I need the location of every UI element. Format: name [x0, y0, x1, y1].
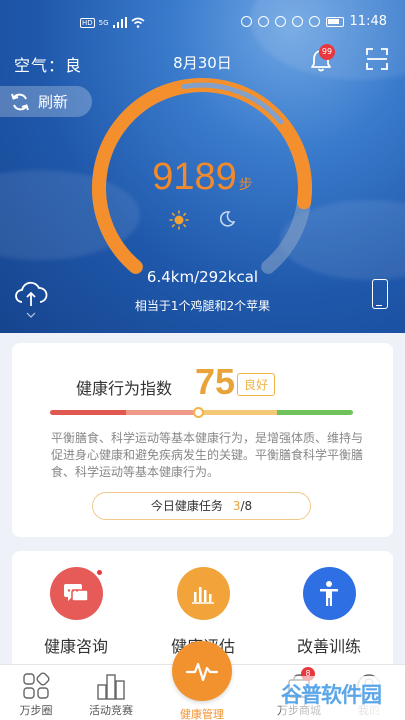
moon-icon[interactable] — [218, 210, 236, 228]
hero-panel: HD 5G 11:48 空气：良 8月30日 99 刷新 9189 步 6.4k… — [0, 0, 405, 333]
nav-item-health-management[interactable] — [172, 641, 232, 701]
watermark-text: 谷普软件园 — [281, 683, 382, 707]
step-count: 9189 步 — [0, 156, 405, 199]
health-description: 平衡膳食、科学运动等基本健康行为，是增强体质、维持与促进身心健康和避免疾病发生的… — [51, 431, 364, 479]
person-icon — [320, 580, 338, 606]
bar-chart-icon — [192, 586, 214, 604]
feature-label: 改善训练 — [296, 637, 361, 656]
nav-item-wanbuquan[interactable]: 万步圈 — [0, 669, 72, 718]
sun-icon[interactable] — [169, 210, 189, 230]
nav-label-active: 健康管理 — [180, 708, 224, 720]
nav-label: 活动竞赛 — [89, 704, 133, 717]
heartbeat-icon — [185, 662, 219, 682]
step-unit: 步 — [238, 177, 253, 193]
chat-icon — [64, 583, 89, 602]
health-index-marker — [192, 407, 204, 418]
task-label: 今日健康任务 — [150, 499, 223, 513]
watermark: 谷普软件园 — [281, 676, 405, 716]
improvement-training-button[interactable]: 改善训练 — [274, 567, 384, 657]
community-icon — [23, 671, 50, 699]
daily-task-button[interactable]: 今日健康任务 3/8 — [92, 492, 311, 520]
distance-calories: 6.4km/292kcal — [146, 268, 259, 286]
phone-icon[interactable] — [372, 279, 388, 309]
podium-icon — [97, 673, 125, 700]
index-bar-segment — [125, 410, 202, 415]
health-index-label: 健康行为指数 — [76, 379, 173, 398]
health-index-card: 健康行为指数 75 良好 平衡膳食、科学运动等基本健康行为，是增强体质、维持与促… — [12, 343, 393, 537]
feature-label: 健康咨询 — [43, 637, 108, 656]
nav-item-activities[interactable]: 活动竞赛 — [75, 669, 147, 718]
food-equivalent: 相当于1个鸡腿和2个苹果 — [134, 299, 271, 313]
assessment-icon-circle — [176, 567, 230, 620]
nav-label: 万步圈 — [19, 704, 53, 717]
index-bar-segment — [50, 410, 126, 415]
training-icon-circle — [302, 567, 356, 620]
step-value: 9189 — [152, 156, 237, 198]
index-bar-segment — [201, 410, 278, 415]
task-total-count: /8 — [240, 499, 253, 513]
health-rating-badge: 良好 — [237, 373, 276, 396]
health-consult-button[interactable]: 健康咨询 — [21, 567, 131, 657]
cloud-upload-icon[interactable] — [14, 280, 48, 322]
consult-unread-dot — [95, 569, 103, 576]
index-bar-segment — [277, 410, 353, 415]
health-index-score: 75 — [195, 361, 236, 402]
consult-icon-circle — [49, 567, 103, 620]
